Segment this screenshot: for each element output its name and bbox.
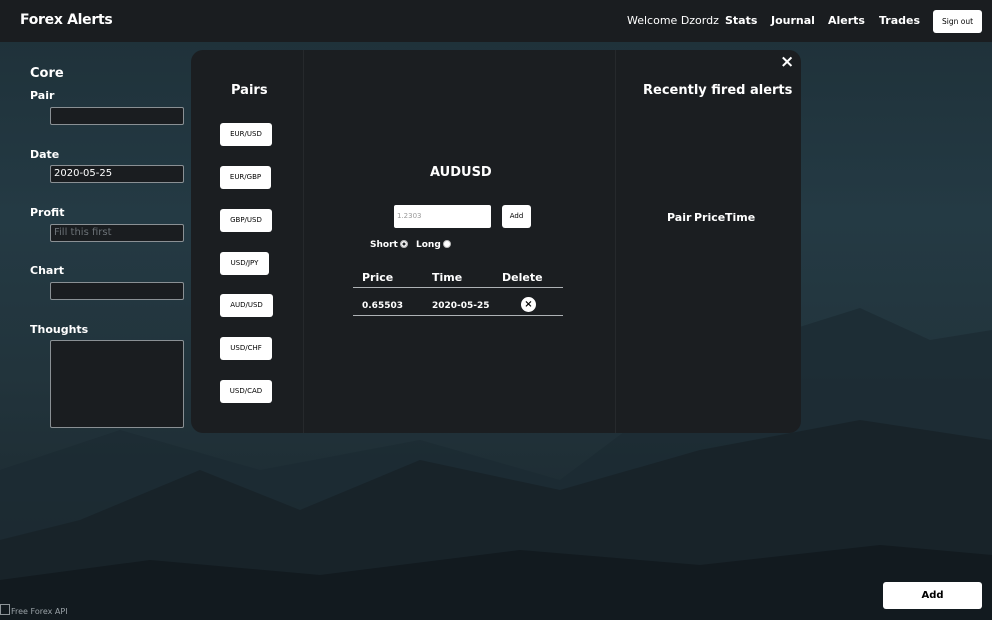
pair-button-usdjpy[interactable]: USD/JPY [220, 252, 269, 275]
add-trade-button[interactable]: Add [883, 582, 982, 609]
nav-link-stats[interactable]: Stats [725, 14, 757, 27]
delete-icon[interactable]: × [521, 297, 536, 312]
pair-button-gbpusd[interactable]: GBP/USD [220, 209, 272, 232]
recent-alerts-title: Recently fired alerts [643, 83, 793, 98]
nav-link-trades[interactable]: Trades [879, 14, 920, 27]
date-input[interactable]: 2020-05-25 [50, 165, 184, 183]
pair-button-usdchf[interactable]: USD/CHF [220, 337, 272, 360]
price-column-header: Price [362, 271, 394, 284]
delete-column-header: Delete [502, 271, 543, 284]
form-title: Core [30, 66, 64, 81]
date-label: Date [30, 148, 60, 161]
welcome-text: Welcome Dzordz [627, 14, 719, 27]
forex-api-alt-text: Free Forex API [11, 607, 68, 616]
pair-label: Pair [30, 89, 55, 102]
long-label: Long [416, 240, 441, 250]
sign-out-button[interactable]: Sign out [933, 10, 982, 33]
navbar: Forex Alerts Welcome Dzordz Stats Journa… [0, 0, 992, 42]
table-row-line [353, 315, 563, 316]
broken-image-icon [0, 604, 10, 615]
chart-input[interactable] [50, 282, 184, 300]
brand-logo[interactable]: Forex Alerts [20, 12, 113, 28]
pair-button-eurusd[interactable]: EUR/USD [220, 123, 272, 146]
time-column-header: Time [432, 271, 463, 284]
pair-button-audusd[interactable]: AUD/USD [220, 294, 273, 317]
pairs-title: Pairs [231, 83, 268, 98]
chart-label: Chart [30, 264, 65, 277]
thoughts-label: Thoughts [30, 323, 89, 336]
pair-button-eurgbp[interactable]: EUR/GBP [220, 166, 271, 189]
alert-price-cell: 0.65503 [362, 301, 403, 311]
selected-pair-title: AUDUSD [430, 165, 492, 180]
profit-label: Profit [30, 206, 65, 219]
pair-button-usdcad[interactable]: USD/CAD [220, 380, 272, 403]
table-header-line [353, 287, 563, 288]
alert-time-cell: 2020-05-25 [432, 301, 490, 311]
forex-api-image[interactable]: Free Forex API [0, 604, 68, 616]
recent-pair-header: Pair [667, 211, 692, 224]
nav-link-alerts[interactable]: Alerts [828, 14, 865, 27]
modal-divider [615, 50, 616, 433]
nav-link-journal[interactable]: Journal [771, 14, 815, 27]
alert-price-input[interactable]: 1.2303 [394, 205, 491, 228]
modal-divider [303, 50, 304, 433]
long-radio[interactable] [443, 240, 451, 248]
short-label: Short [370, 240, 398, 250]
recent-time-header: Time [725, 211, 756, 224]
alerts-modal: × Pairs EUR/USD EUR/GBP GBP/USD USD/JPY … [191, 50, 801, 433]
close-icon[interactable]: × [780, 52, 794, 72]
short-radio[interactable] [400, 240, 408, 248]
recent-price-header: Price [694, 211, 726, 224]
thoughts-textarea[interactable] [50, 340, 184, 428]
pair-input[interactable] [50, 107, 184, 125]
add-alert-button[interactable]: Add [502, 205, 531, 228]
profit-input[interactable]: Fill this first [50, 224, 184, 242]
